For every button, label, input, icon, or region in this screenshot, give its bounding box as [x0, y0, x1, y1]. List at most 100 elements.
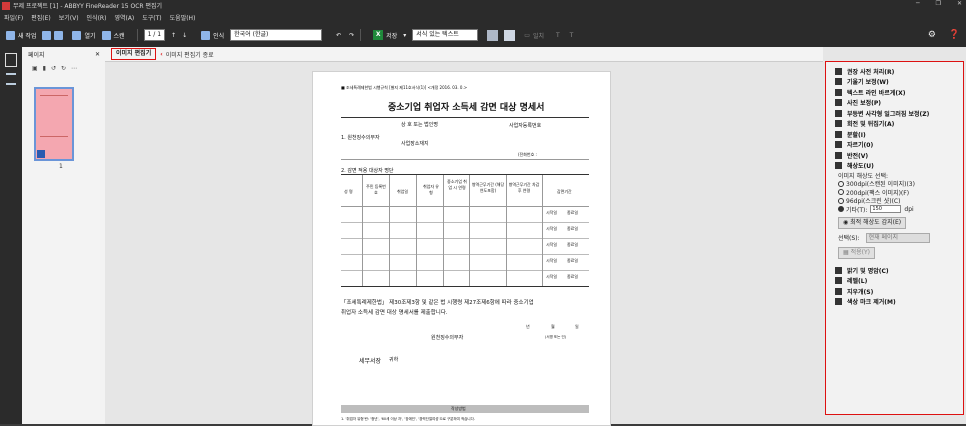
prev-page-icon[interactable]: ↑ [171, 32, 176, 39]
tool-invert[interactable]: 반전(V) [826, 150, 963, 161]
help-icon[interactable]: ❓ [949, 30, 960, 40]
list-icon[interactable] [6, 73, 16, 85]
menu-tools[interactable]: 도구(T) [142, 13, 161, 22]
levels-icon [835, 277, 842, 285]
menu-bar: 파일(F) 편집(E) 보기(V) 인식(R) 영역(A) 도구(T) 도움말(… [0, 11, 966, 23]
back-icon[interactable]: ‹ [160, 51, 162, 58]
tool-split[interactable]: 분할(I) [826, 129, 963, 140]
tool-straighten-lines[interactable]: 텍스트 라인 바르게(X) [826, 87, 963, 98]
radio-custom[interactable]: 기타(T): 150 dpi [838, 205, 963, 214]
recognize-button[interactable]: 인식 [201, 30, 224, 40]
layers-icon[interactable] [42, 30, 52, 40]
deskew-icon [835, 78, 842, 86]
format-select[interactable]: 서식 있는 텍스트 [412, 29, 479, 41]
pages-icon[interactable] [5, 53, 17, 67]
next-page-icon[interactable]: ↓ [182, 32, 187, 39]
crop-icon [835, 141, 842, 149]
doc-statement-1: 「조세특례제한법」 제30조제3항 및 같은 법 시행령 제27조제6항에 따라… [341, 300, 534, 306]
menu-area[interactable]: 영역(A) [114, 13, 134, 22]
page-indicator[interactable]: 1 / 1 [143, 29, 166, 41]
camera-icon [835, 99, 842, 107]
rotate-left-icon[interactable]: ↺ [51, 65, 56, 72]
tool-levels[interactable]: 레벨(L) [826, 276, 963, 287]
tool-resolution[interactable]: 해상도(U) [826, 161, 963, 172]
delete-icon[interactable]: ▮ [43, 65, 46, 72]
redo-icon[interactable]: ↷ [349, 32, 354, 39]
pages-pane: 페이지 ✕ ▣ ▮ ↺ ↻ ⋯ 1 [22, 47, 106, 424]
tool-brightness[interactable]: 밝기 및 명암(C) [826, 265, 963, 276]
minimize-button[interactable]: ─ [916, 0, 920, 7]
tool-crop[interactable]: 자르기(0) [826, 140, 963, 151]
color-mark-icon [835, 298, 842, 306]
row-end-tag: 종료일 [567, 242, 579, 247]
menu-help[interactable]: 도움말(H) [170, 13, 196, 22]
page-thumbnail[interactable] [34, 87, 74, 161]
radio-200dpi[interactable]: 200dpi(팩스 이미지)(F) [838, 188, 963, 197]
recognize-icon [201, 30, 211, 40]
layers-alt-icon[interactable] [54, 30, 64, 40]
image-view-button[interactable] [487, 29, 499, 41]
close-pane-icon[interactable]: ✕ [95, 51, 100, 58]
app-logo-icon [2, 1, 10, 10]
select-label: 선택(S): [838, 235, 860, 243]
wand-icon [835, 67, 842, 75]
apply-icon: ▦ [843, 249, 851, 256]
tool-label: 지우개(S) [847, 288, 874, 296]
text-view-button[interactable] [504, 29, 516, 41]
more-icon[interactable]: ⋯ [71, 65, 77, 72]
tool-eraser[interactable]: 지우개(S) [826, 286, 963, 297]
save-button[interactable]: X 저장 ▾ [373, 30, 406, 40]
compare-icon[interactable]: ▭ [524, 32, 530, 39]
folder-icon [72, 30, 82, 40]
resolution-options: 이미지 해상도 선택: 300dpi(스캔된 이미지)(3) 200dpi(팩스… [826, 171, 963, 259]
maximize-button[interactable]: ❐ [936, 0, 941, 7]
rotate-right-icon[interactable]: ↻ [61, 65, 66, 72]
detect-best-resolution-button[interactable]: ◉ 최적 해상도 감지(E) [838, 216, 907, 229]
tool-label: 해상도(U) [847, 163, 874, 171]
radio-300dpi[interactable]: 300dpi(스캔된 이미지)(3) [838, 180, 963, 188]
tool-label: 권장 사전 처리(R) [847, 68, 895, 76]
language-select[interactable]: 한국어 (한글) [230, 29, 323, 41]
save-icon[interactable]: ▣ [32, 65, 38, 72]
exit-editor-link[interactable]: 이미지 편집기 종료 [166, 50, 214, 59]
col-header-service: 병역근무기간 (해당 연도포함) [471, 182, 505, 193]
undo-icon[interactable]: ↶ [336, 32, 341, 39]
close-button[interactable]: ✕ [957, 0, 962, 7]
tab-image-editor[interactable]: 이미지 편집기 [111, 48, 157, 60]
doc-sec2: 2. 감면 적용 대상자 명단 [341, 168, 394, 174]
gear-icon[interactable]: ⚙ [928, 30, 936, 40]
text-icon[interactable]: T [556, 32, 560, 39]
tool-color-mark[interactable]: 색상 마크 제거(M) [826, 297, 963, 308]
row-end-tag: 종료일 [567, 258, 579, 263]
resolution-heading: 이미지 해상도 선택: [838, 172, 888, 180]
new-task-label: 새 작업 [18, 32, 37, 40]
menu-recognize[interactable]: 인식(R) [87, 13, 107, 22]
doc-honorific: 귀하 [389, 357, 399, 363]
doc-header-note: ■ 조세특례제한법 시행규칙 [별지 제11호서식(1)] <개정 2016. … [341, 85, 468, 90]
custom-dpi-input[interactable]: 150 [870, 205, 902, 214]
chevron-down-icon: ▾ [403, 31, 407, 39]
tool-deskew[interactable]: 기울기 보정(W) [826, 77, 963, 88]
doc-phone-label: (전화번호 : [518, 152, 537, 157]
image-tools-panel: 권장 사전 처리(R) 기울기 보정(W) 텍스트 라인 바르게(X) 사진 보… [823, 47, 966, 424]
tool-photo-correction[interactable]: 사진 보정(P) [826, 98, 963, 109]
toolbar: 새 작업 열기 스캔 1 / 1 ↑ ↓ 인식 한국어 (한글) ↶ ↷ X 저장 ▾ 서… [0, 23, 966, 47]
apply-button[interactable]: ▦ 적용(Y) [838, 247, 875, 259]
doc-date-month: 월 [551, 324, 555, 329]
tool-recommended[interactable]: 권장 사전 처리(R) [826, 66, 963, 77]
open-button[interactable]: 열기 [72, 30, 96, 40]
page-scope-select[interactable]: 현재 페이지 [865, 232, 930, 243]
tool-trapezoid[interactable]: 부등변 사각형 일그러짐 보정(Z) [826, 108, 963, 119]
tool-rotate-flip[interactable]: 회전 및 뒤집기(A) [826, 119, 963, 130]
menu-view[interactable]: 보기(V) [59, 13, 79, 22]
page-number: 1 [59, 163, 63, 170]
menu-edit[interactable]: 편집(E) [31, 13, 51, 22]
new-task-button[interactable]: 새 작업 [6, 30, 37, 40]
row-end-tag: 종료일 [567, 274, 579, 279]
scan-button[interactable]: 스캔 [101, 30, 125, 40]
radio-96dpi[interactable]: 96dpi(스크린 샷)(C) [838, 197, 963, 205]
col-header-period: 감면기간 [557, 189, 572, 194]
text-alt-icon[interactable]: T [570, 32, 574, 39]
menu-file[interactable]: 파일(F) [4, 13, 23, 22]
row-start-tag: 시작일 [546, 226, 558, 231]
